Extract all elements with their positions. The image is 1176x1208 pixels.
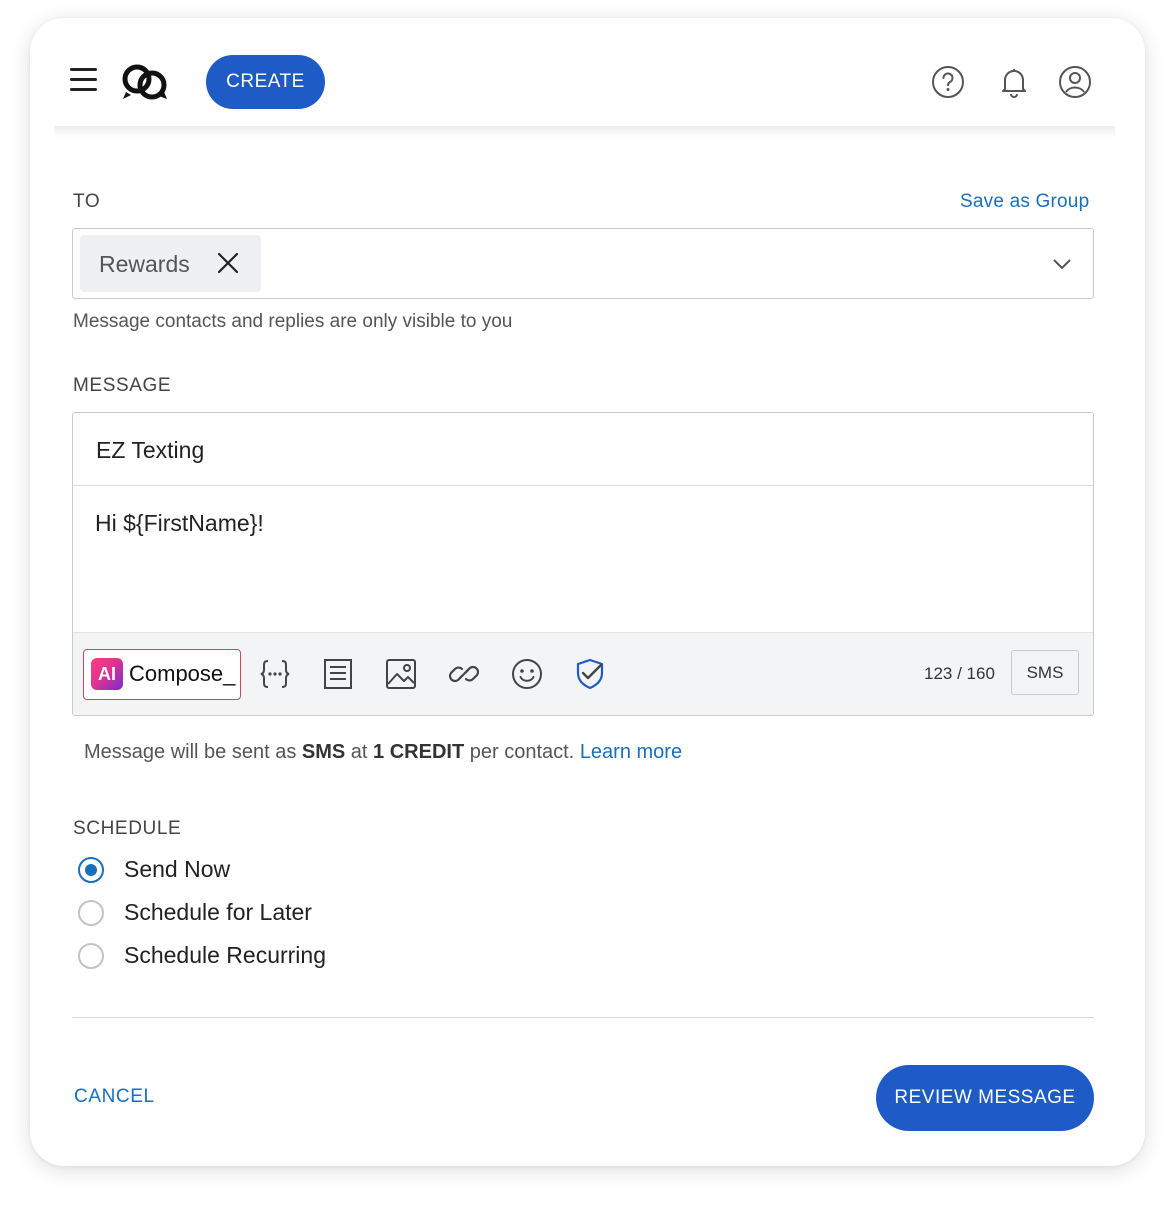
sender-name-value: EZ Texting	[96, 437, 205, 463]
message-editor: EZ Texting Hi ${FirstName}! AI Compose_	[72, 412, 1094, 716]
message-label: MESSAGE	[73, 375, 172, 396]
save-as-group-link[interactable]: Save as Group	[960, 191, 1089, 213]
template-icon[interactable]	[321, 657, 355, 691]
create-button[interactable]: CREATE	[206, 55, 325, 109]
shield-check-icon[interactable]	[573, 657, 607, 691]
message-type-button[interactable]: SMS	[1011, 650, 1079, 695]
bell-icon[interactable]	[997, 65, 1031, 99]
image-icon[interactable]	[384, 657, 418, 691]
schedule-option-label: Schedule for Later	[124, 899, 312, 925]
recipients-hint: Message contacts and replies are only vi…	[73, 311, 513, 332]
schedule-option-label: Schedule Recurring	[124, 942, 327, 968]
ai-compose-label: Compose_	[129, 661, 236, 686]
message-toolbar: AI Compose_ 123 / 160 SMS	[73, 632, 1093, 715]
radio-button[interactable]	[78, 900, 104, 926]
help-icon[interactable]	[931, 65, 965, 99]
schedule-option-label: Send Now	[124, 856, 231, 882]
chevron-down-icon[interactable]	[1051, 253, 1073, 275]
link-icon[interactable]	[447, 657, 481, 691]
top-bar-shadow	[54, 126, 1115, 138]
ai-compose-button[interactable]: AI Compose_	[83, 649, 241, 700]
credit-info: Message will be sent as SMS at 1 CREDIT …	[84, 741, 682, 764]
account-icon[interactable]	[1058, 65, 1092, 99]
logo-icon[interactable]	[120, 62, 170, 102]
recipient-chip-label: Rewards	[99, 251, 190, 277]
credit-info-middle: at	[350, 741, 368, 763]
radio-button[interactable]	[78, 857, 104, 883]
credit-info-type: SMS	[301, 741, 346, 763]
recipients-field[interactable]: Rewards	[72, 228, 1094, 299]
menu-icon[interactable]	[70, 68, 98, 92]
footer-divider	[72, 1017, 1094, 1018]
review-message-button[interactable]: REVIEW MESSAGE	[876, 1065, 1094, 1131]
ai-icon: AI	[91, 658, 123, 690]
recipient-chip: Rewards	[80, 235, 261, 292]
radio-button[interactable]	[78, 943, 104, 969]
cancel-button[interactable]: CANCEL	[74, 1086, 155, 1108]
credit-info-prefix: Message will be sent as	[84, 741, 297, 763]
message-body-input[interactable]: Hi ${FirstName}!	[95, 510, 264, 537]
learn-more-link[interactable]: Learn more	[580, 741, 682, 763]
character-counter: 123 / 160	[924, 664, 995, 683]
credit-info-suffix: per contact.	[469, 741, 575, 763]
variables-icon[interactable]	[258, 657, 292, 691]
schedule-label: SCHEDULE	[73, 818, 182, 839]
top-bar: CREATE	[30, 18, 1145, 128]
to-label: TO	[73, 191, 101, 212]
sender-name-field[interactable]: EZ Texting	[73, 413, 1093, 486]
close-icon[interactable]	[217, 252, 239, 274]
compose-card: CREATE TO Save as Group Rewards Message …	[30, 18, 1145, 1166]
emoji-icon[interactable]	[510, 657, 544, 691]
credit-info-credits: 1 CREDIT	[373, 741, 465, 763]
